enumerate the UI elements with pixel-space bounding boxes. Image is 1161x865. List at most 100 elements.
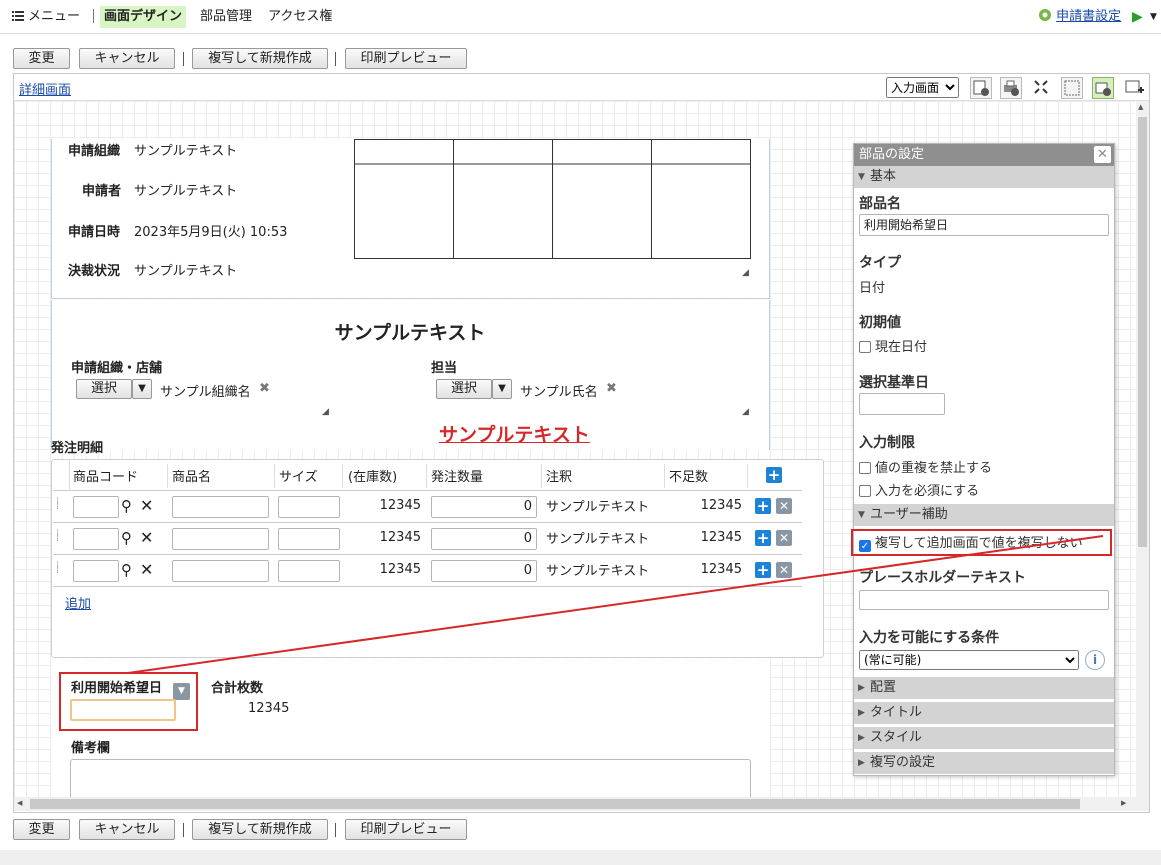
clear-person-icon[interactable]: ✖	[606, 381, 617, 396]
delete-row-icon[interactable]: ✕	[776, 562, 792, 578]
base-date-input[interactable]	[859, 393, 945, 415]
footer-bar	[0, 850, 1161, 865]
drag-handle-icon[interactable]: ⁞ ⁞	[56, 497, 59, 512]
delete-row-icon[interactable]: ✕	[776, 530, 792, 546]
code-input[interactable]	[73, 560, 119, 582]
section-style[interactable]: ▶ スタイル	[854, 727, 1114, 749]
insert-row-icon[interactable]: +	[755, 562, 771, 578]
insert-row-icon[interactable]: +	[755, 498, 771, 514]
app-settings-link[interactable]: 申請書設定	[1034, 6, 1125, 28]
size-input[interactable]	[278, 528, 340, 550]
info-icon[interactable]: i	[1085, 650, 1105, 670]
remarks-textarea[interactable]	[70, 759, 751, 801]
tab-parts[interactable]: 部品管理	[196, 6, 256, 28]
resize-handle-icon[interactable]: ◢	[322, 407, 329, 417]
search-icon[interactable]: ⚲	[121, 561, 132, 579]
total-value: 12345	[248, 701, 290, 716]
clear-icon[interactable]: ✕	[140, 496, 153, 515]
condition-select[interactable]: (常に可能)	[859, 650, 1079, 670]
search-icon[interactable]: ⚲	[121, 497, 132, 515]
form-heading: サンプルテキスト	[334, 322, 486, 344]
details-label: 発注明細	[51, 441, 104, 456]
placeholder-input[interactable]	[859, 590, 1109, 610]
form-settings-icon[interactable]	[970, 77, 992, 99]
menu-button[interactable]: メニュー	[8, 6, 84, 28]
toolbar-divider	[335, 823, 336, 837]
play-icon[interactable]: ▶	[1128, 6, 1147, 28]
search-icon[interactable]: ⚲	[121, 529, 132, 547]
required-checkbox[interactable]: 入力を必須にする	[859, 480, 979, 499]
size-input[interactable]	[278, 496, 340, 518]
scroll-up-icon[interactable]: ▲	[1138, 103, 1143, 111]
no-duplicate-checkbox[interactable]: 値の重複を禁止する	[859, 457, 992, 476]
horizontal-scrollbar[interactable]: ◀ ▶	[14, 797, 1149, 811]
close-icon[interactable]: ✕	[1094, 146, 1111, 163]
clear-icon[interactable]: ✕	[140, 528, 153, 547]
section-layout[interactable]: ▶ 配置	[854, 677, 1114, 699]
select-org-button[interactable]: 選択	[76, 379, 132, 399]
shortage-value: 12345	[700, 530, 742, 545]
dropdown-icon[interactable]: ▼	[1146, 6, 1161, 28]
parts-settings-icon[interactable]	[1092, 77, 1114, 99]
qty-input[interactable]: 0	[431, 560, 537, 582]
section-user-assist[interactable]: ▼ ユーザー補助	[854, 504, 1114, 526]
code-input[interactable]	[73, 496, 119, 518]
add-row-link[interactable]: 追加	[65, 593, 91, 612]
product-name-input[interactable]	[172, 560, 269, 582]
print-settings-icon[interactable]	[1000, 77, 1022, 99]
name-input[interactable]: 利用開始希望日	[859, 214, 1109, 236]
copy-new-button[interactable]: 複写して新規作成	[192, 48, 328, 69]
add-row-icon[interactable]: +	[766, 467, 782, 483]
current-date-checkbox[interactable]: 現在日付	[859, 336, 927, 355]
resize-handle-icon[interactable]: ◢	[742, 407, 749, 417]
nav-divider	[93, 9, 94, 23]
fit-icon[interactable]	[1031, 77, 1053, 99]
print-preview-button[interactable]: 印刷プレビュー	[345, 819, 467, 840]
tab-design[interactable]: 画面デザイン	[100, 6, 187, 28]
qty-input[interactable]: 0	[431, 496, 537, 518]
person-label: 担当	[431, 361, 458, 376]
table-row: ⁞ ⁞ ⚲ ✕ 12345 0 サンプルテキスト 12345 + ✕	[53, 491, 802, 523]
select-person-button[interactable]: 選択	[436, 379, 492, 399]
scroll-thumb[interactable]	[1138, 117, 1147, 547]
restrict-label: 入力制限	[859, 435, 915, 451]
view-select[interactable]: 入力画面	[886, 77, 959, 98]
scroll-right-icon[interactable]: ▶	[1121, 799, 1126, 807]
change-button[interactable]: 変更	[13, 819, 70, 840]
size-input[interactable]	[278, 560, 340, 582]
status-value: サンプルテキスト	[134, 264, 238, 279]
delete-row-icon[interactable]: ✕	[776, 498, 792, 514]
detail-screen-link[interactable]: 詳細画面	[19, 79, 71, 98]
date-value: 2023年5月9日(火) 10:53	[134, 225, 288, 240]
cancel-button[interactable]: キャンセル	[79, 48, 175, 69]
vertical-scrollbar[interactable]: ▲	[1136, 101, 1149, 797]
table-row: ⁞ ⁞ ⚲ ✕ 12345 0 サンプルテキスト 12345 + ✕	[53, 523, 802, 555]
scroll-left-icon[interactable]: ◀	[17, 799, 22, 807]
resize-handle-icon[interactable]: ◢	[742, 268, 749, 278]
drag-handle-icon[interactable]: ⁞ ⁞	[56, 529, 59, 544]
copy-new-button[interactable]: 複写して新規作成	[192, 819, 328, 840]
select-person-dropdown-icon[interactable]: ▼	[492, 379, 512, 399]
table-row: ⁞ ⁞ ⚲ ✕ 12345 0 サンプルテキスト 12345 + ✕	[53, 555, 802, 587]
scroll-thumb[interactable]	[30, 799, 1080, 809]
drag-handle-icon[interactable]: ⁞ ⁞	[56, 561, 59, 576]
settings-icon	[1039, 9, 1051, 21]
cancel-button[interactable]: キャンセル	[79, 819, 175, 840]
highlight-box	[851, 529, 1112, 556]
code-input[interactable]	[73, 528, 119, 550]
clear-org-icon[interactable]: ✖	[259, 381, 270, 396]
product-name-input[interactable]	[172, 496, 269, 518]
insert-row-icon[interactable]: +	[755, 530, 771, 546]
product-name-input[interactable]	[172, 528, 269, 550]
section-copy-settings[interactable]: ▶ 複写の設定	[854, 752, 1114, 774]
qty-input[interactable]: 0	[431, 528, 537, 550]
select-org-dropdown-icon[interactable]: ▼	[132, 379, 152, 399]
section-title[interactable]: ▶ タイトル	[854, 702, 1114, 724]
print-preview-button[interactable]: 印刷プレビュー	[345, 48, 467, 69]
section-basic[interactable]: ▼ 基本	[854, 166, 1114, 188]
clear-icon[interactable]: ✕	[140, 560, 153, 579]
grid-icon[interactable]	[1061, 77, 1083, 99]
tab-access[interactable]: アクセス権	[264, 6, 336, 28]
change-button[interactable]: 変更	[13, 48, 70, 69]
add-part-icon[interactable]	[1124, 77, 1146, 99]
